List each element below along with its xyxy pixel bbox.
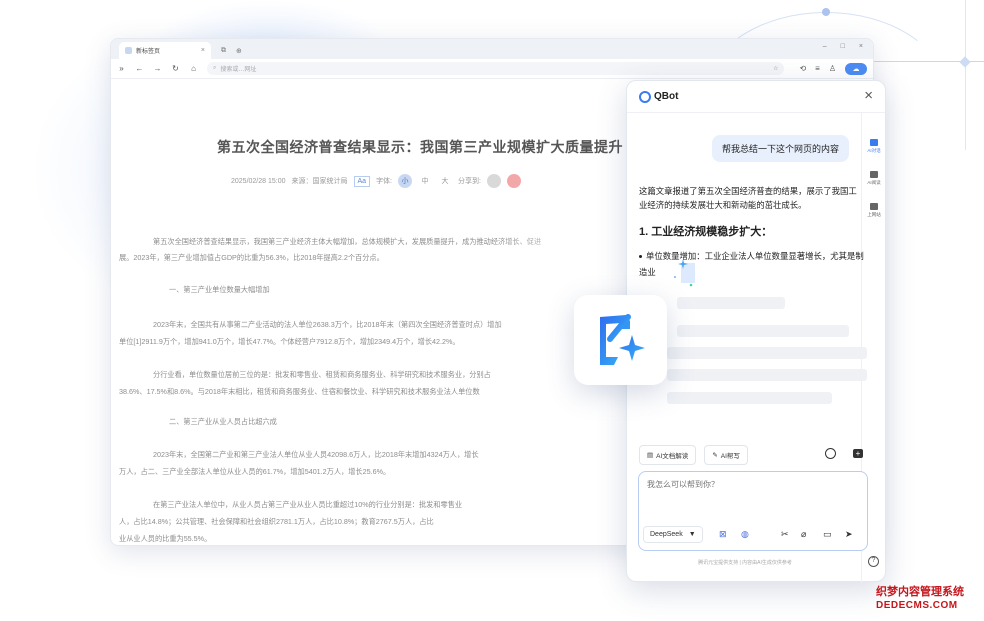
favicon-icon <box>125 47 132 54</box>
rail-item-label: 上网站 <box>867 212 881 217</box>
bullet-dot <box>639 255 642 259</box>
rail-item-label: AI对话 <box>867 148 881 153</box>
watermark-logo: 织梦内容管理系统 DEDECMS.COM <box>876 586 964 612</box>
rail-item-label: AI阅读 <box>867 180 881 185</box>
extension-icon[interactable]: ⟲ <box>799 64 806 73</box>
read-icon <box>870 171 878 178</box>
chevron-down-icon: ▼ <box>688 531 696 538</box>
loading-skeleton <box>677 297 785 309</box>
chat-icon <box>870 139 878 146</box>
tab-close-icon[interactable]: × <box>201 47 205 54</box>
reload-icon[interactable]: ↻ <box>171 64 180 73</box>
user-message-bubble: 帮我总结一下这个网页的内容 <box>711 135 849 162</box>
minimize-icon[interactable]: – <box>823 43 827 50</box>
watermark-line2: DEDECMS.COM <box>876 600 958 611</box>
qbot-action-row: ▤ AI文档解读 ✎ AI帮写 <box>639 445 748 465</box>
home-icon[interactable]: ⌂ <box>189 64 198 73</box>
chat-input-box: DeepSeek ▼ ⊠ ◍ ✂ ⌀ ▭ ➤ <box>638 471 868 551</box>
disclaimer-text: 腾讯元宝提供支持 | 内容由AI生成仅供参考 <box>698 560 792 566</box>
bot-response-intro: 这篇文章报道了第五次全国经济普查的结果，展示了我国工业经济的持续发展壮大和新动能… <box>639 186 857 210</box>
pen-icon: ✎ <box>712 452 718 459</box>
loading-skeleton <box>667 369 867 381</box>
share-label: 分享到: <box>458 178 481 185</box>
ai-doc-read-label: AI文档解读 <box>656 453 689 460</box>
new-chat-icon[interactable]: + <box>853 449 863 458</box>
share-wechat-icon[interactable] <box>486 174 501 188</box>
new-tab-icon[interactable]: ⊕ <box>236 47 242 55</box>
sidebar-toggle-icon[interactable]: » <box>117 64 126 73</box>
menu-icon[interactable]: ≡ <box>815 64 820 73</box>
ai-write-label: AI帮写 <box>720 453 740 460</box>
search-icon: ⌕ <box>213 65 217 71</box>
loading-skeleton <box>667 347 867 359</box>
bookmark-icon[interactable]: ☆ <box>773 65 778 72</box>
maximize-icon[interactable]: □ <box>841 43 845 50</box>
font-toggle-button[interactable]: Aa <box>353 175 371 187</box>
ai-doc-read-button[interactable]: ▤ AI文档解读 <box>639 445 697 465</box>
web-search-icon[interactable]: ◍ <box>741 529 749 540</box>
decor-line-vertical <box>965 0 966 150</box>
scissors-icon[interactable]: ✂ <box>781 529 789 540</box>
qbot-app-tile[interactable] <box>574 295 667 385</box>
article-subheading: 二、第三产业从业人员占比超六成 <box>169 417 277 426</box>
model-select-label: DeepSeek <box>650 531 683 538</box>
article-source: 来源：国家统计局 <box>291 178 348 185</box>
back-icon[interactable]: ← <box>135 64 144 73</box>
watermark-line1: 织梦内容管理系统 <box>876 586 964 598</box>
font-size-small[interactable]: 小 <box>398 174 413 188</box>
decor-diamond <box>959 56 971 68</box>
address-bar-row: » ← → ↻ ⌂ ⌕ 搜索或…网址 ☆ ⟲ ≡ ♙ ☁ <box>111 59 873 79</box>
font-size-label: 字体: <box>376 178 393 185</box>
cloud-icon[interactable]: ☁ <box>845 62 867 75</box>
typing-sparkle-icon <box>674 259 695 287</box>
article-date: 2025/02/28 15:00 <box>231 177 286 185</box>
rail-item-ai-read[interactable]: AI阅读 <box>862 171 886 186</box>
screenshot-icon[interactable]: ▭ <box>823 529 832 540</box>
duplicate-tab-icon[interactable]: ⧉ <box>221 47 226 55</box>
window-controls: – □ × <box>823 43 863 50</box>
qbot-title: QBot <box>654 91 679 102</box>
qbot-logo-icon <box>639 91 651 103</box>
bot-response-heading: 1. 工业经济规模稳步扩大： <box>639 226 773 238</box>
model-select[interactable]: DeepSeek ▼ <box>643 526 703 543</box>
rail-item-ai-chat[interactable]: AI对话 <box>862 139 886 154</box>
rail-item-website[interactable]: 上网站 <box>862 203 886 218</box>
article-title: 第五次全国经济普查结果显示：我国第三产业规模扩大质量提升 <box>217 139 623 155</box>
article-meta: 2025/02/28 15:00 来源：国家统计局 Aa 字体: 小 中 大 分… <box>231 174 521 188</box>
document-icon: ▤ <box>647 452 654 459</box>
history-icon[interactable] <box>825 448 836 459</box>
address-placeholder: 搜索或…网址 <box>220 67 257 73</box>
address-input[interactable]: ⌕ 搜索或…网址 ☆ <box>207 62 785 75</box>
close-icon[interactable]: × <box>864 87 873 104</box>
decor-dot <box>822 8 830 16</box>
send-icon[interactable]: ➤ <box>845 529 853 540</box>
font-size-medium[interactable]: 中 <box>418 174 432 188</box>
tab-title: 新标签页 <box>136 49 161 55</box>
tab-bar: 新标签页 × ⧉ ⊕ – □ × <box>111 39 873 59</box>
chat-input[interactable] <box>647 480 857 489</box>
help-icon[interactable]: ? <box>868 556 879 567</box>
qbot-header: QBot × <box>627 81 885 113</box>
user-icon[interactable]: ♙ <box>829 64 836 73</box>
font-size-large[interactable]: 大 <box>438 174 452 188</box>
ai-write-button[interactable]: ✎ AI帮写 <box>704 445 748 465</box>
share-weibo-icon[interactable] <box>506 174 521 188</box>
deep-think-icon[interactable]: ⊠ <box>719 529 727 540</box>
loading-skeleton <box>667 392 832 404</box>
loading-skeleton <box>677 325 849 337</box>
attachment-icon[interactable]: ⌀ <box>801 529 806 540</box>
article-subheading: 一、第三产业单位数量大幅增加 <box>169 285 270 294</box>
browser-tab[interactable]: 新标签页 × <box>119 42 211 59</box>
forward-icon[interactable]: → <box>153 64 162 73</box>
website-icon <box>870 203 878 210</box>
close-window-icon[interactable]: × <box>859 43 863 50</box>
qbot-app-icon <box>600 314 645 365</box>
